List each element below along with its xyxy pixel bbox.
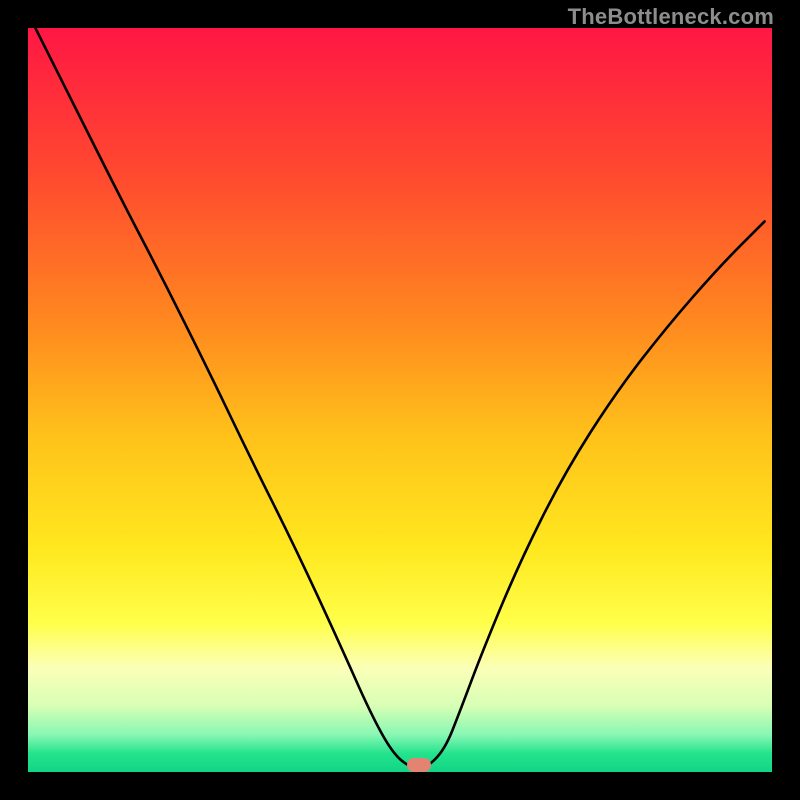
plot-area (28, 28, 772, 772)
optimal-marker (407, 758, 431, 772)
bottleneck-curve (28, 28, 772, 772)
chart-frame: TheBottleneck.com (0, 0, 800, 800)
watermark-text: TheBottleneck.com (568, 4, 774, 30)
